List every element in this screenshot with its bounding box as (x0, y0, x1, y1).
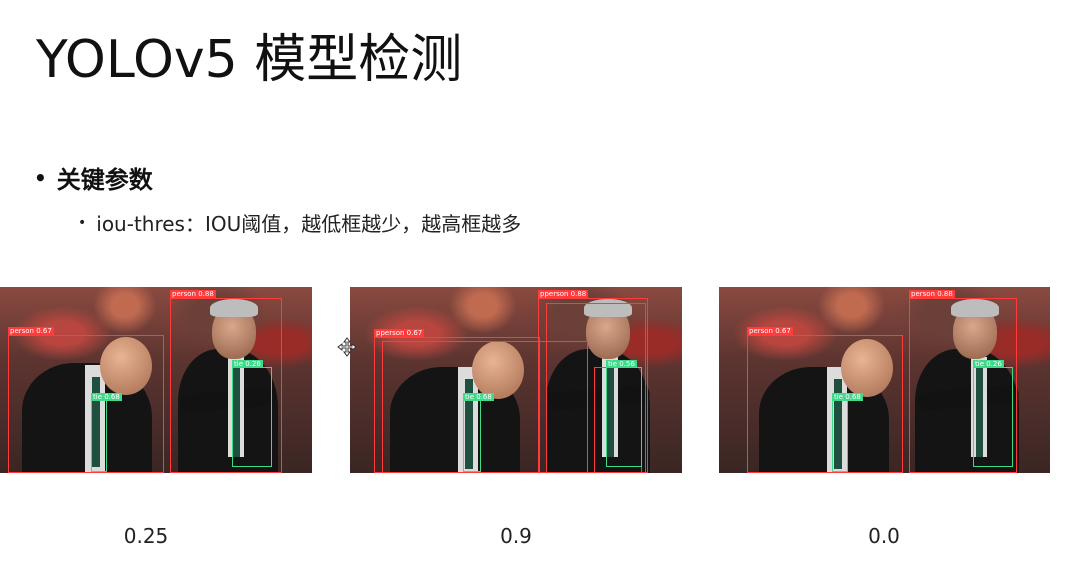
move-cursor-icon (337, 337, 357, 357)
bbox-tie-right: tie 0.26 (232, 360, 272, 467)
caption-panel-1: 0.25 (123, 524, 169, 548)
slide-title: YOLOv5 模型检测 (36, 30, 463, 90)
bullet-iou-thres: • iou-thres：IOU阈值，越低框越少，越高框越多 (78, 208, 521, 237)
caption-panel-2: 0.9 (500, 524, 532, 548)
bbox-label: pperson 0.88 (538, 290, 589, 298)
bbox-person-left: person 0.67 (747, 327, 903, 473)
caption-panel-3: 0.0 (868, 524, 900, 548)
bbox-label: tie 0.56 (606, 360, 637, 368)
bbox-tie-left: tie 0.68 (463, 393, 494, 472)
bullet-key-params: • 关键参数 (34, 160, 153, 195)
bullet-key-params-label: 关键参数 (56, 166, 153, 194)
bbox-label: tie 0.68 (463, 393, 494, 401)
bbox-label: person 0.88 (170, 290, 216, 298)
bbox-tie-right: tie 0.26 (973, 360, 1013, 467)
bbox-tie-left: tie 0.68 (832, 393, 863, 472)
bullet-dot-icon: • (78, 214, 87, 231)
bullet-iou-thres-label: iou-thres：IOU阈值，越低框越少，越高框越多 (96, 212, 522, 236)
bullet-dot-icon: • (34, 165, 47, 190)
detection-image-panel-3: person 0.67 person 0.88 tie 0.68 tie 0.2… (719, 287, 1050, 473)
bbox-person-left: person 0.67 (8, 327, 164, 473)
bbox-label: person 0.67 (8, 327, 54, 335)
bbox-tie-right: tie 0.56 (606, 360, 642, 467)
detection-image-panel-2: pperson 0.67 pperson 0.88 tie 0.68 tie 0… (350, 287, 682, 473)
bbox-label: tie 0.68 (832, 393, 863, 401)
bbox-label: person 0.88 (909, 290, 955, 298)
bbox-label: tie 0.26 (973, 360, 1004, 368)
bbox-label: pperson 0.67 (374, 329, 425, 337)
bbox-label: tie 0.68 (91, 393, 122, 401)
bbox-label: person 0.67 (747, 327, 793, 335)
bbox-tie-left: tie 0.68 (91, 393, 122, 472)
detection-image-panel-1: person 0.67 person 0.88 tie 0.68 tie 0.2… (0, 287, 312, 473)
bbox-label: tie 0.26 (232, 360, 263, 368)
